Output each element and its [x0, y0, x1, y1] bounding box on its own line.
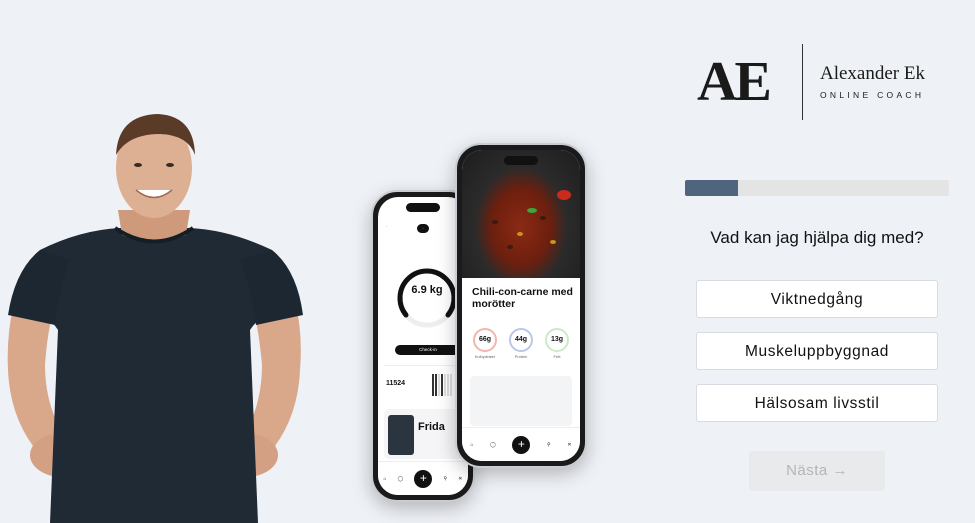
macro-protein-value: 44g — [509, 328, 533, 352]
tab-steps: · — [386, 224, 388, 229]
home-icon: ⌂ — [383, 475, 387, 482]
dumbbell-icon: ⚲ — [443, 475, 448, 482]
home-icon: ⌂ — [470, 441, 474, 448]
macro-carbs-value: 66g — [473, 328, 497, 352]
quiz-progress-fill — [685, 180, 738, 196]
macro-fat-label: Fett — [553, 354, 561, 359]
macro-fat: 13g Fett — [542, 328, 572, 359]
brand-name: Alexander Ek — [820, 63, 925, 84]
next-button[interactable]: Nästa → — [749, 451, 885, 491]
fork-knife-icon: ✕ — [567, 441, 572, 448]
add-icon: + — [414, 469, 433, 488]
brand-monogram: AE — [697, 51, 772, 113]
macro-carbs: 66g Kolhydrater — [470, 328, 500, 359]
recipe-image — [462, 150, 580, 278]
brand-tagline: ONLINE COACH — [820, 90, 925, 100]
weight-value: 6.9 kg — [411, 284, 443, 296]
recipe-macros: 66g Kolhydrater 44g Protein 13g Fett — [470, 328, 572, 359]
fork-knife-icon: ✕ — [458, 475, 463, 482]
coach-photo — [0, 110, 310, 523]
brand-logo: AE Alexander Ek ONLINE COACH — [697, 44, 947, 120]
logo-divider — [802, 44, 803, 120]
steps-card: 11524 — [384, 365, 462, 399]
recipe-instructions — [470, 376, 572, 426]
option-weight-loss-button[interactable]: Viktnedgång — [696, 280, 938, 318]
chat-icon: ◯ — [490, 441, 496, 448]
macro-protein: 44g Protein — [506, 328, 536, 359]
quiz-progress-bar — [685, 180, 949, 196]
recipe-title: Chili-con-carne med morötter — [472, 286, 573, 310]
coach-card: Frida — [384, 409, 462, 459]
coach-avatar — [388, 415, 414, 455]
phone-notch — [406, 203, 440, 212]
question-heading: Vad kan jag hjälpa dig med? — [710, 228, 924, 247]
add-icon: + — [512, 435, 531, 454]
macro-protein-label: Protein — [514, 354, 528, 359]
app-nav-bar: ⌂ ◯ + ⚲ ✕ — [462, 427, 580, 461]
recipe-screen: Chili-con-carne med morötter 66g Kolhydr… — [462, 150, 580, 461]
app-nav-bar: ⌂ ◯ + ⚲ ✕ — [378, 461, 468, 495]
steps-value: 11524 — [386, 380, 406, 387]
option-muscle-building-button[interactable]: Muskeluppbyggnad — [696, 332, 938, 370]
chat-icon: ◯ — [397, 475, 404, 482]
app-recipe-phone: Chili-con-carne med morötter 66g Kolhydr… — [455, 143, 587, 468]
dashboard-tabs: · · · — [386, 224, 460, 233]
macro-fat-value: 13g — [545, 328, 569, 352]
tab-weight: · — [417, 224, 429, 233]
weight-readout: 6.9 kg — [396, 284, 458, 296]
option-healthy-lifestyle-button[interactable]: Hälsosam livsstil — [696, 384, 938, 422]
dumbbell-icon: ⚲ — [547, 441, 551, 448]
macro-carbs-label: Kolhydrater — [474, 354, 496, 359]
coach-name: Frida — [418, 421, 445, 433]
phone-notch — [504, 156, 538, 165]
checkin-button: Check-in — [395, 345, 461, 355]
steps-chart — [432, 374, 452, 396]
weight-ring — [397, 268, 457, 328]
